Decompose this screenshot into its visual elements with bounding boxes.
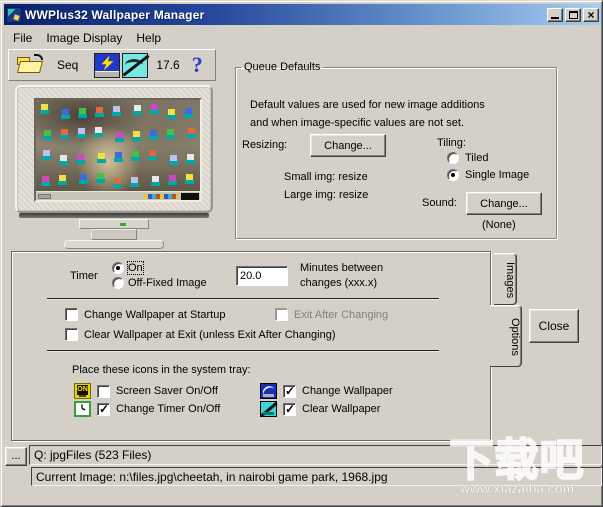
tray-change-wallpaper-row[interactable]: Change Wallpaper xyxy=(260,383,393,399)
tiled-radio-row[interactable]: Tiled xyxy=(447,152,488,164)
close-icon: × xyxy=(587,7,595,22)
tab-images[interactable]: Images xyxy=(494,253,517,305)
screensaver-checkbox[interactable] xyxy=(97,384,110,398)
monitor-stand-base xyxy=(64,240,164,249)
change-timer-label: Change Timer On/Off xyxy=(116,403,221,415)
preview-taskbar xyxy=(36,191,200,200)
defaults-description-line1: Default values are used for new image ad… xyxy=(250,99,485,111)
minutes-caption-line1: Minutes between xyxy=(300,262,384,274)
timer-on-radio-row[interactable]: On xyxy=(112,261,144,275)
change-wallpaper-startup-checkbox[interactable] xyxy=(65,308,78,321)
menu-file[interactable]: File xyxy=(6,29,39,47)
exit-after-changing-checkbox xyxy=(275,308,288,321)
timer-off-radio-row[interactable]: Off-Fixed Image xyxy=(112,277,207,289)
sequence-mode-button[interactable]: Seq xyxy=(57,58,78,72)
separator xyxy=(47,350,439,352)
tray-clear-wallpaper-row[interactable]: Clear Wallpaper xyxy=(260,401,380,417)
close-button[interactable]: Close xyxy=(529,309,579,343)
single-image-radio[interactable] xyxy=(447,169,459,181)
change-wallpaper-now-icon[interactable] xyxy=(94,52,121,78)
clear-wallpaper-now-icon[interactable] xyxy=(122,52,149,78)
timer-off-radio-label: Off-Fixed Image xyxy=(128,277,207,289)
tray-screensaver-row[interactable]: ON Screen Saver On/Off xyxy=(74,383,218,399)
tab-options[interactable]: Options xyxy=(490,305,522,367)
clear-wallpaper-exit-checkbox-row[interactable]: Clear Wallpaper at Exit (unless Exit Aft… xyxy=(65,328,335,341)
sound-label: Sound: xyxy=(422,197,457,209)
minutes-input[interactable] xyxy=(236,266,288,286)
screensaver-label: Screen Saver On/Off xyxy=(116,385,218,397)
timer-on-radio[interactable] xyxy=(112,262,124,274)
clear-wallpaper-tray-icon xyxy=(260,401,277,417)
separator xyxy=(47,298,439,300)
tray-icons-heading: Place these icons in the system tray: xyxy=(72,364,251,376)
clear-wallpaper-exit-checkbox[interactable] xyxy=(65,328,78,341)
timer-off-radio[interactable] xyxy=(112,277,124,289)
sound-value: (None) xyxy=(482,219,516,231)
title-bar[interactable]: WWPlus32 Wallpaper Manager × xyxy=(4,4,601,25)
change-timer-tray-icon xyxy=(74,401,91,417)
queue-info-field[interactable]: Q: jpgFiles (523 Files) xyxy=(29,445,602,465)
clear-wallpaper-exit-label: Clear Wallpaper at Exit (unless Exit Aft… xyxy=(84,328,336,341)
change-wallpaper-checkbox[interactable] xyxy=(283,384,296,398)
app-window: WWPlus32 Wallpaper Manager × File Image … xyxy=(0,0,603,507)
resizing-label: Resizing: xyxy=(242,139,288,151)
maximize-icon xyxy=(568,10,578,19)
current-image-field: Current Image: n:\files.jpg\cheetah, in … xyxy=(31,467,602,486)
queue-defaults-group: Queue Defaults Default values are used f… xyxy=(235,61,557,239)
monitor-bezel xyxy=(15,85,213,213)
monitor-controls xyxy=(79,219,149,229)
queue-defaults-legend: Queue Defaults xyxy=(244,61,321,73)
menu-image-display[interactable]: Image Display xyxy=(39,29,129,47)
wallpaper-preview-monitor xyxy=(13,85,217,249)
browse-queue-button[interactable]: ... xyxy=(5,447,27,466)
clear-wallpaper-checkbox[interactable] xyxy=(283,402,296,416)
small-img-resize-label: Small img: resize xyxy=(284,171,368,183)
close-window-button[interactable]: × xyxy=(583,7,599,22)
menu-bar: File Image Display Help xyxy=(6,29,168,46)
app-icon xyxy=(6,6,22,23)
change-wallpaper-startup-label: Change Wallpaper at Startup xyxy=(84,308,226,321)
tray-change-timer-row[interactable]: Change Timer On/Off xyxy=(74,401,220,417)
large-img-resize-label: Large img: resize xyxy=(284,189,369,201)
tiled-radio[interactable] xyxy=(447,152,459,164)
exit-after-changing-checkbox-row: Exit After Changing xyxy=(275,308,388,321)
minutes-caption-line2: changes (xxx.x) xyxy=(300,277,378,289)
startup-checkbox-row[interactable]: Change Wallpaper at Startup xyxy=(65,308,225,321)
options-tab-page: Timer On Off-Fixed Image Minutes between… xyxy=(11,251,491,441)
help-question-icon[interactable]: ? xyxy=(192,53,203,77)
timer-countdown-value: 17.6 xyxy=(156,58,180,72)
change-wallpaper-label: Change Wallpaper xyxy=(302,385,393,397)
timer-on-radio-label: On xyxy=(127,261,144,275)
single-image-radio-label: Single Image xyxy=(465,169,530,181)
clear-wallpaper-label: Clear Wallpaper xyxy=(302,403,381,415)
open-folder-icon[interactable] xyxy=(17,53,43,75)
minimize-icon xyxy=(551,16,559,19)
sound-change-button[interactable]: Change... xyxy=(466,192,542,215)
menu-help[interactable]: Help xyxy=(129,29,168,47)
defaults-description-line2: and when image-specific values are not s… xyxy=(250,117,465,129)
change-timer-checkbox[interactable] xyxy=(97,402,110,416)
monitor-stand-neck xyxy=(91,229,137,240)
screensaver-tray-icon: ON xyxy=(74,383,91,399)
toolbar: Seq 17.6 ? xyxy=(8,49,216,81)
tiling-label: Tiling: xyxy=(437,137,466,149)
maximize-button[interactable] xyxy=(565,7,581,22)
single-image-radio-row[interactable]: Single Image xyxy=(447,169,529,181)
timer-label: Timer xyxy=(70,270,98,282)
tiled-radio-label: Tiled xyxy=(465,152,489,164)
minimize-button[interactable] xyxy=(547,7,563,22)
monitor-screen[interactable] xyxy=(34,98,202,202)
resizing-change-button[interactable]: Change... xyxy=(310,134,386,157)
window-title: WWPlus32 Wallpaper Manager xyxy=(25,7,205,22)
exit-after-changing-label: Exit After Changing xyxy=(294,308,389,321)
change-wallpaper-tray-icon xyxy=(260,383,277,399)
